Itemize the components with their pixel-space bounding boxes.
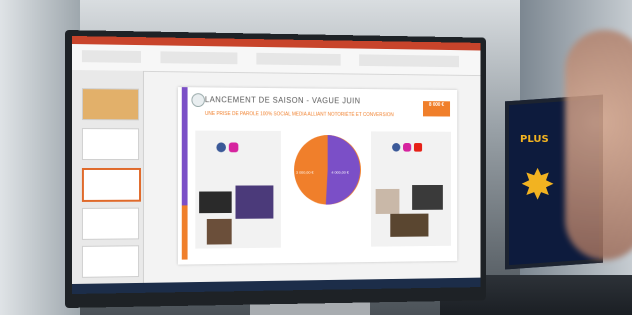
facebook-icon: [392, 142, 401, 152]
ribbon-group[interactable]: [160, 51, 238, 65]
photo-thumbnail: [206, 218, 232, 245]
budget-badge: 8 000 €: [423, 101, 451, 117]
photo-thumbnail: [375, 188, 400, 214]
slide-thumbnail-selected[interactable]: [81, 167, 141, 202]
ribbon-group[interactable]: [359, 54, 460, 68]
photo-thumbnail: [412, 184, 443, 210]
pie-label-left: 3 000,00 €: [295, 169, 314, 175]
star-icon: ✸: [520, 161, 556, 208]
ribbon-group[interactable]: [81, 50, 141, 63]
pie-label-right: 4 000,00 €: [331, 169, 349, 175]
laptop-label: PLUS: [520, 134, 549, 145]
slide-thumbnail[interactable]: [81, 128, 140, 161]
youtube-icon: [413, 143, 423, 152]
facebook-icon: [216, 142, 226, 153]
ribbon-group[interactable]: [256, 52, 341, 66]
slide-thumbnail[interactable]: [81, 245, 140, 278]
slide-thumbnail[interactable]: [81, 88, 140, 121]
photo-thumbnail: [199, 191, 232, 214]
orange-side-bar: [181, 205, 188, 260]
instagram-icon: [403, 143, 412, 152]
slide-thumbnail[interactable]: [81, 207, 140, 240]
instagram-icon: [228, 142, 239, 153]
slide-subtitle: UNE PRISE DE PAROLE 100% SOCIAL MEDIA AL…: [204, 110, 394, 119]
logo-icon: [191, 93, 205, 108]
slide-title: LANCEMENT DE SAISON - VAGUE JUIN: [204, 95, 361, 106]
blurred-hand: [565, 30, 632, 260]
photo-thumbnail: [235, 185, 274, 219]
slide-thumbnails-panel[interactable]: [72, 70, 144, 284]
slide-canvas[interactable]: LANCEMENT DE SAISON - VAGUE JUIN UNE PRI…: [177, 87, 458, 265]
photo-thumbnail: [390, 213, 429, 237]
monitor-screen: LANCEMENT DE SAISON - VAGUE JUIN UNE PRI…: [72, 36, 481, 294]
